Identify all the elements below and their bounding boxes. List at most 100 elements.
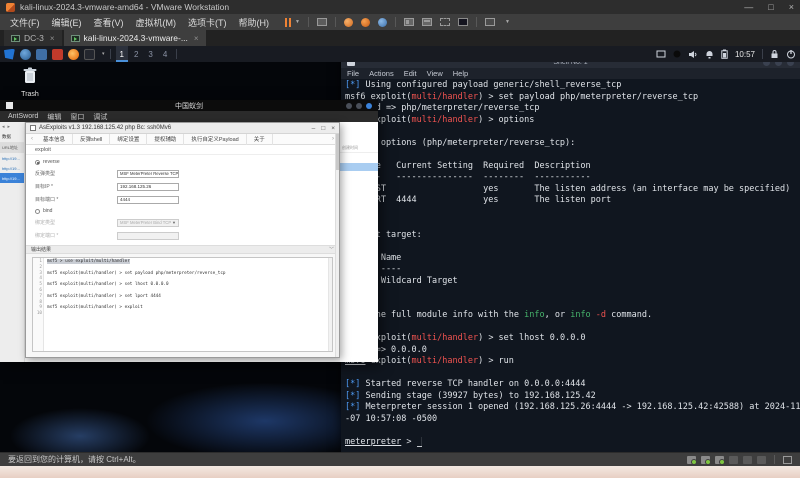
- dialog-tab-绑定设置[interactable]: 绑定设置: [110, 134, 147, 145]
- workspace-1[interactable]: 1: [116, 46, 128, 62]
- bind-port-input[interactable]: [117, 232, 179, 240]
- workspace-3[interactable]: 3: [144, 46, 156, 62]
- antsword-menu-item[interactable]: 调试: [93, 112, 107, 122]
- dialog-tab-关于[interactable]: 关于: [247, 134, 273, 145]
- reverse-radio[interactable]: reverse: [35, 157, 330, 167]
- dialog-tab-基本信息[interactable]: 基本信息: [36, 134, 73, 145]
- bind-radio[interactable]: bind: [35, 206, 330, 216]
- vm-tab-close-icon[interactable]: ×: [50, 34, 55, 43]
- send-ctrl-alt-del-icon[interactable]: [317, 18, 327, 26]
- clock[interactable]: 10:57: [735, 50, 755, 59]
- terminal-line: Name Current Setting Required Descriptio…: [345, 161, 800, 173]
- shell-list-item[interactable]: http://19...: [0, 153, 24, 163]
- vm-tab-close-icon[interactable]: ×: [194, 34, 199, 43]
- dialog-tab-反弹shell[interactable]: 反弹shell: [73, 134, 110, 145]
- lock-icon[interactable]: [770, 49, 779, 59]
- menu-item-文件(F)[interactable]: 文件(F): [4, 16, 46, 29]
- dialog-close-button[interactable]: ×: [331, 125, 335, 132]
- workspace-2[interactable]: 2: [130, 46, 142, 62]
- kali-menu-icon[interactable]: [4, 49, 15, 60]
- shell-list-item[interactable]: http://19...: [0, 163, 24, 173]
- antsword-menu-item[interactable]: 窗口: [70, 112, 84, 122]
- line-numbers: 12345678910: [33, 258, 44, 351]
- dialog-tab-执行自定义Payload[interactable]: 执行自定义Payload: [184, 134, 246, 145]
- dialog-maximize-button[interactable]: □: [321, 125, 325, 132]
- show-library-icon[interactable]: [404, 18, 414, 26]
- terminal-menu-file[interactable]: File: [347, 69, 359, 78]
- antsword-titlebar[interactable]: 中国蚁剑: [0, 100, 378, 111]
- forward-arrow-icon[interactable]: ▸: [8, 124, 11, 130]
- antsword-sidebar: ◂ ▸ 数据 URL地址 http://19...http://19...htt…: [0, 122, 25, 362]
- browser-icon[interactable]: [20, 49, 31, 60]
- terminal-output[interactable]: [*] Using configured payload generic/she…: [341, 79, 800, 452]
- terminal-line: [*] Started reverse TCP handler on 0.0.0…: [345, 379, 800, 391]
- dialog-scrollbar[interactable]: [335, 134, 339, 357]
- terminal-line: [*] Meterpreter session 1 opened (192.16…: [345, 402, 800, 414]
- show-thumbnail-bar-icon[interactable]: [422, 18, 432, 26]
- shell-list-item[interactable]: http://19...: [0, 173, 24, 183]
- volume-icon[interactable]: [688, 50, 698, 59]
- target-ip-input[interactable]: 192.168.125.26: [117, 183, 179, 191]
- output-header-label: 输出结果: [31, 246, 51, 253]
- menu-item-查看(V)[interactable]: 查看(V): [88, 16, 130, 29]
- harddisk-device-icon[interactable]: [687, 456, 696, 464]
- network-device-icon[interactable]: [701, 456, 710, 464]
- target-port-input[interactable]: 4444: [117, 196, 179, 204]
- signal-device-icon[interactable]: [757, 456, 766, 464]
- terminal-dropdown-icon[interactable]: ▾: [102, 51, 105, 57]
- bounce-type-select[interactable]: MSF MeterPreter Reverse TCP▼: [117, 170, 179, 178]
- terminal-menu-actions[interactable]: Actions: [369, 69, 394, 78]
- sidebar-tab-data[interactable]: 数据: [0, 132, 24, 143]
- menu-item-帮助(H)[interactable]: 帮助(H): [233, 16, 276, 29]
- antsword-menu-item[interactable]: AntSword: [8, 113, 38, 120]
- terminal-menu-edit[interactable]: Edit: [404, 69, 417, 78]
- minimize-button[interactable]: —: [744, 0, 753, 14]
- file-manager-icon[interactable]: [36, 49, 47, 60]
- dialog-titlebar[interactable]: AsExploits v1.3 192.168.125.42 php Bc: s…: [26, 123, 339, 134]
- unity-mode-icon[interactable]: [440, 18, 450, 26]
- text-editor-icon[interactable]: [52, 49, 63, 60]
- menu-item-虚拟机(M)[interactable]: 虚拟机(M): [130, 16, 183, 29]
- battery-icon[interactable]: [721, 49, 728, 59]
- close-button[interactable]: ×: [789, 0, 794, 14]
- snapshot-manager-icon[interactable]: [378, 18, 387, 27]
- terminal-line: View the full module info with the info,…: [345, 310, 800, 322]
- output-console[interactable]: 12345678910 msf5 > use exploit/multi/han…: [32, 257, 333, 352]
- take-snapshot-icon[interactable]: [361, 18, 370, 27]
- bind-type-select[interactable]: MSF MeterPreter Bind TCP▼: [117, 219, 179, 227]
- display-icon[interactable]: [656, 50, 666, 59]
- collapse-chevron-icon[interactable]: ﹀: [329, 246, 334, 253]
- maximize-button[interactable]: □: [768, 0, 773, 14]
- recorder-dot-icon[interactable]: [673, 50, 681, 58]
- fullscreen-dropdown-icon[interactable]: ▼: [505, 19, 510, 25]
- fullscreen-icon[interactable]: [485, 18, 495, 26]
- workspace-4[interactable]: 4: [159, 46, 171, 62]
- printer-device-icon[interactable]: [743, 456, 752, 464]
- notifications-bell-icon[interactable]: [705, 50, 714, 59]
- vm-tab[interactable]: DC-3×: [4, 30, 62, 46]
- antsword-menu-item[interactable]: 编辑: [47, 112, 61, 122]
- sound-device-icon[interactable]: [715, 456, 724, 464]
- revert-snapshot-icon[interactable]: [344, 18, 353, 27]
- dialog-tab-提权辅助[interactable]: 提权辅助: [147, 134, 184, 145]
- antsword-body: ◂ ▸ 数据 URL地址 http://19...http://19...htt…: [0, 122, 378, 362]
- selected-shell-row[interactable]: [340, 163, 378, 171]
- terminal-launcher-icon[interactable]: [84, 49, 95, 60]
- console-view-icon[interactable]: [458, 18, 468, 26]
- message-log-icon[interactable]: [783, 456, 792, 464]
- firefox-icon[interactable]: [68, 49, 79, 60]
- power-icon[interactable]: [786, 49, 796, 59]
- terminal-menu-help[interactable]: Help: [453, 69, 468, 78]
- output-scrollbar[interactable]: [328, 258, 332, 351]
- menu-item-选项卡(T)[interactable]: 选项卡(T): [182, 16, 233, 29]
- vm-tab[interactable]: kali-linux-2024.3-vmware-...×: [64, 30, 206, 46]
- tabs-scroll-left-icon[interactable]: ‹: [28, 136, 36, 142]
- trash-desktop-icon[interactable]: Trash: [12, 66, 48, 98]
- usb-device-icon[interactable]: [729, 456, 738, 464]
- output-section-header[interactable]: 输出结果 ﹀: [26, 245, 339, 254]
- menu-item-编辑(E)[interactable]: 编辑(E): [46, 16, 88, 29]
- dialog-minimize-button[interactable]: –: [312, 125, 316, 132]
- back-arrow-icon[interactable]: ◂: [2, 124, 5, 130]
- terminal-menu-view[interactable]: View: [427, 69, 443, 78]
- pause-vm-button[interactable]: ▼: [285, 18, 300, 27]
